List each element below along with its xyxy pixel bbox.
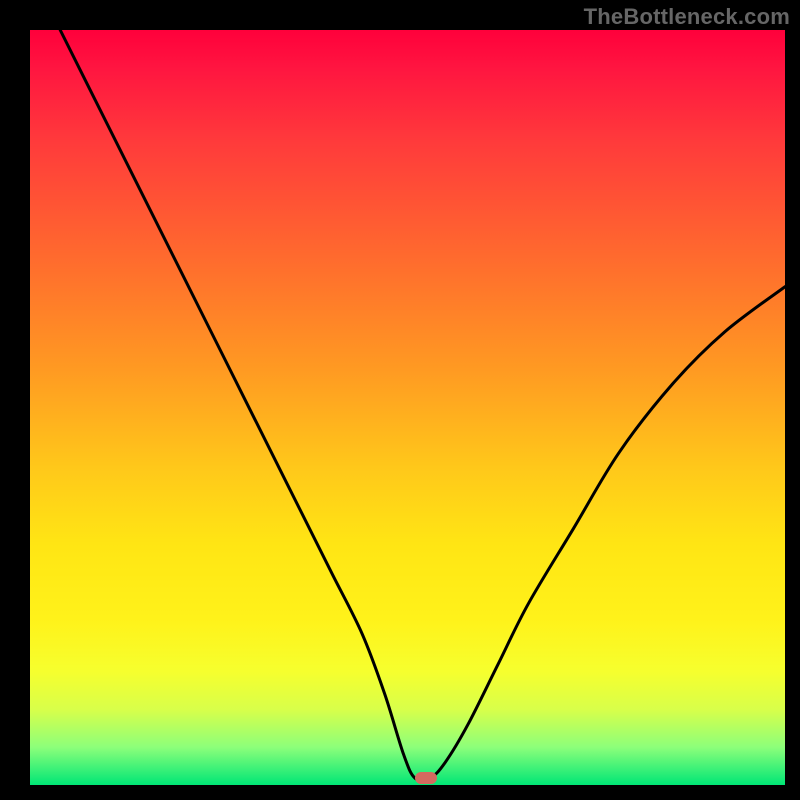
- plot-area: [30, 30, 785, 785]
- optimal-marker: [415, 772, 437, 784]
- watermark-text: TheBottleneck.com: [584, 4, 790, 30]
- bottleneck-curve: [30, 30, 785, 785]
- chart-frame: TheBottleneck.com: [0, 0, 800, 800]
- curve-path: [60, 30, 785, 781]
